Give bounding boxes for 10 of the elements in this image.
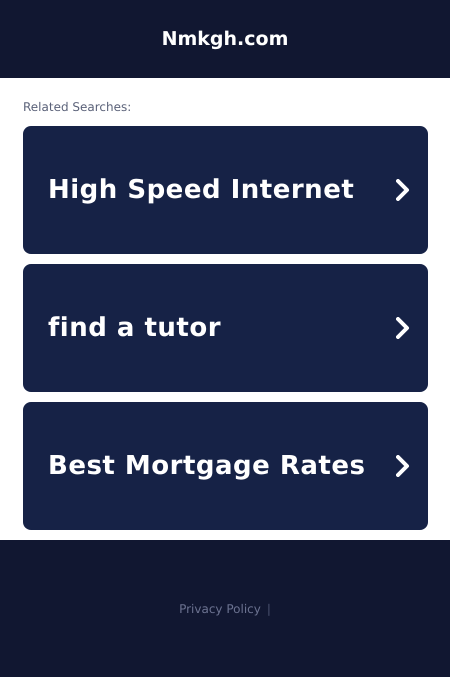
section-label: Related Searches: — [22, 99, 132, 116]
search-link[interactable]: High Speed Internet — [23, 126, 428, 254]
chevron-right-icon — [396, 179, 410, 201]
site-title: Nmkgh.com — [162, 28, 288, 50]
chevron-right-icon — [396, 317, 410, 339]
separator: | — [266, 600, 271, 618]
footer-link[interactable]: Privacy Policy — [179, 600, 261, 618]
chevron-right-icon — [396, 455, 410, 477]
search-link[interactable]: find a tutor — [23, 264, 428, 392]
search-link[interactable]: Best Mortgage Rates — [23, 402, 428, 530]
